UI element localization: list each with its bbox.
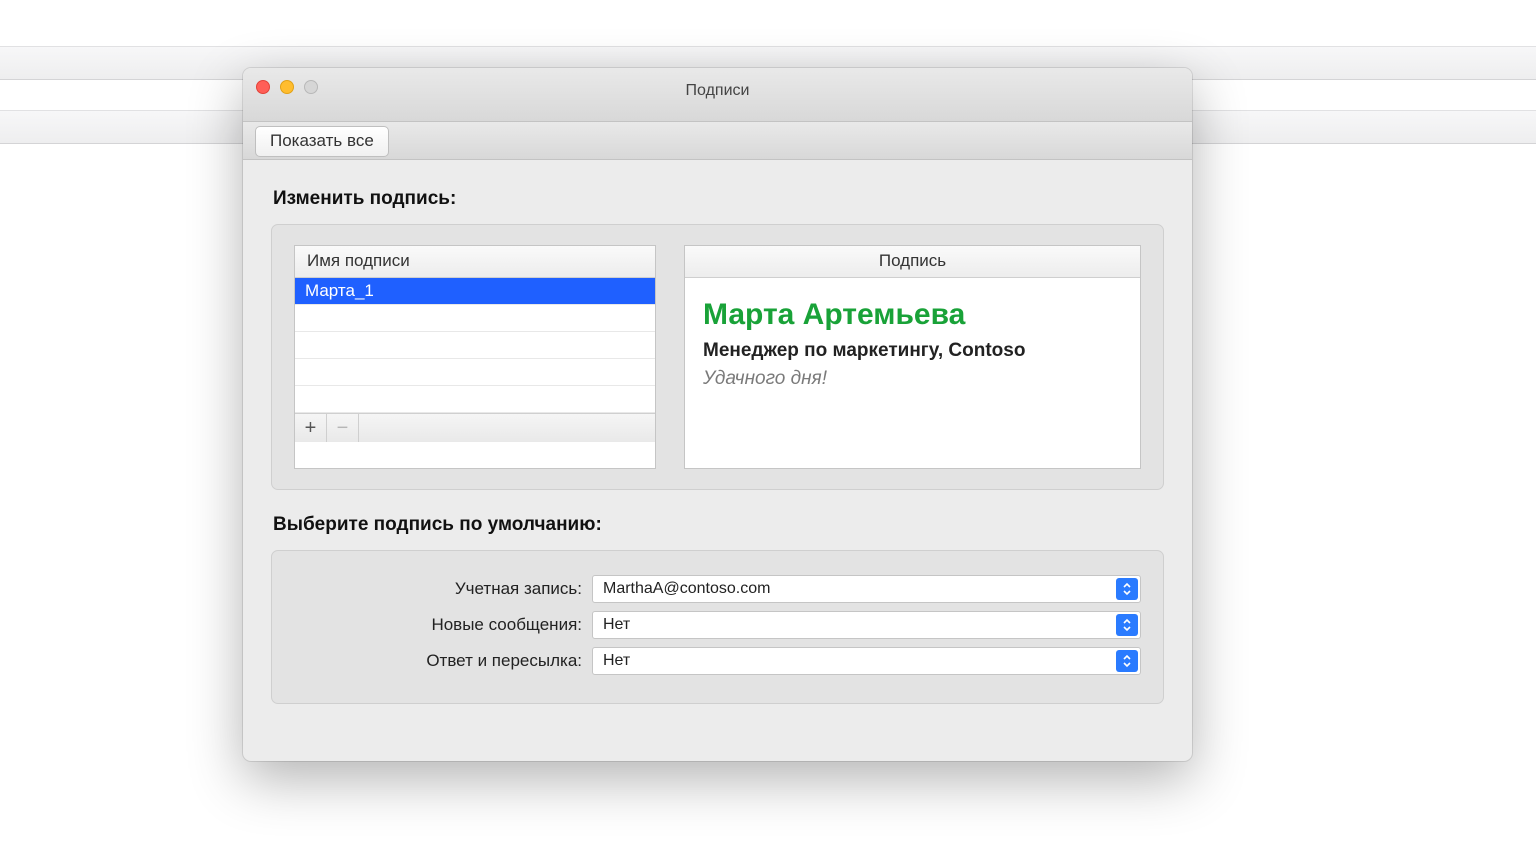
signature-list: Имя подписи Марта_1 + −	[294, 245, 656, 469]
add-signature-button[interactable]: +	[295, 414, 327, 442]
chevron-up-down-icon	[1116, 614, 1138, 636]
new-messages-label: Новые сообщения:	[294, 615, 582, 635]
edit-panel: Имя подписи Марта_1 + −	[271, 224, 1164, 490]
titlebar: Подписи	[243, 68, 1192, 122]
signature-list-blank	[295, 332, 655, 359]
account-select-value: MarthaA@contoso.com	[603, 580, 770, 598]
reply-forward-label: Ответ и пересылка:	[294, 651, 582, 671]
signatures-window: Подписи Показать все Изменить подпись: И…	[243, 68, 1192, 761]
window-title: Подписи	[243, 82, 1192, 100]
signature-tagline-text: Удачного дня!	[703, 368, 1122, 390]
remove-signature-button[interactable]: −	[327, 414, 359, 442]
new-messages-select-value: Нет	[603, 616, 630, 634]
signature-name-text: Марта Артемьева	[703, 298, 1122, 332]
signature-name-column-header: Имя подписи	[295, 246, 655, 278]
edit-signature-heading: Изменить подпись:	[273, 188, 1162, 210]
account-label: Учетная запись:	[294, 579, 582, 599]
signature-preview-body[interactable]: Марта Артемьева Менеджер по маркетингу, …	[685, 278, 1140, 468]
toolbar: Показать все	[243, 122, 1192, 160]
account-select[interactable]: MarthaA@contoso.com	[592, 575, 1141, 603]
reply-forward-select-value: Нет	[603, 652, 630, 670]
signature-list-item[interactable]: Марта_1	[295, 278, 655, 305]
signature-list-body: Марта_1	[295, 278, 655, 413]
signature-preview-pane: Подпись Марта Артемьева Менеджер по марк…	[684, 245, 1141, 469]
default-signature-heading: Выберите подпись по умолчанию:	[273, 514, 1162, 536]
show-all-button[interactable]: Показать все	[255, 126, 389, 157]
signature-list-blank	[295, 386, 655, 413]
content-area: Изменить подпись: Имя подписи Марта_1 +	[243, 160, 1192, 722]
chevron-up-down-icon	[1116, 578, 1138, 600]
signature-title-text: Менеджер по маркетингу, Contoso	[703, 340, 1122, 362]
defaults-panel: Учетная запись: MarthaA@contoso.com Новы…	[271, 550, 1164, 704]
reply-forward-select[interactable]: Нет	[592, 647, 1141, 675]
signature-preview-header: Подпись	[685, 246, 1140, 278]
signature-list-blank	[295, 305, 655, 332]
chevron-up-down-icon	[1116, 650, 1138, 672]
signature-list-footer: + −	[295, 413, 655, 442]
new-messages-select[interactable]: Нет	[592, 611, 1141, 639]
signature-list-blank	[295, 359, 655, 386]
